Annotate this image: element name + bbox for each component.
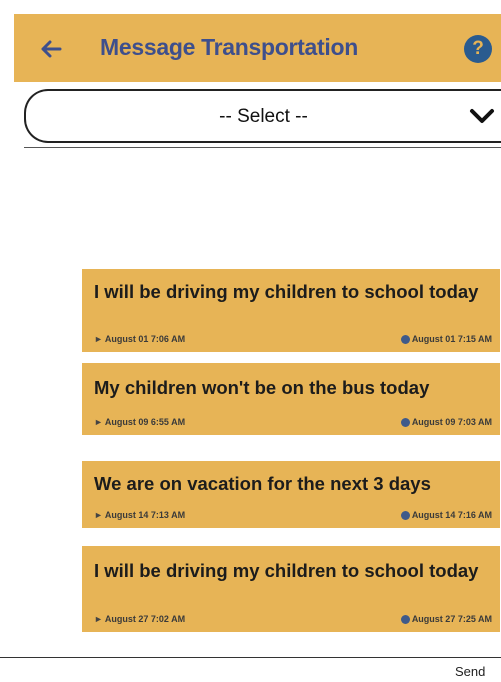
message-bubble[interactable]: I will be driving my children to school … xyxy=(82,269,500,352)
select-underline xyxy=(24,147,501,148)
read-timestamp: August 14 7:16 AM xyxy=(400,510,492,520)
read-time-text: August 27 7:25 AM xyxy=(411,614,492,624)
message-bubble[interactable]: My children won't be on the bus today ► … xyxy=(82,363,500,435)
transportation-select[interactable]: -- Select -- xyxy=(24,89,501,143)
read-time-text: August 09 7:03 AM xyxy=(411,417,492,427)
read-time-text: August 01 7:15 AM xyxy=(411,334,492,344)
sent-timestamp: ► August 01 7:06 AM xyxy=(94,334,185,344)
message-bubble[interactable]: We are on vacation for the next 3 days ►… xyxy=(82,461,500,528)
sent-timestamp: ► August 14 7:13 AM xyxy=(94,510,185,520)
sent-timestamp: ► August 27 7:02 AM xyxy=(94,614,185,624)
read-check-icon xyxy=(400,417,410,427)
send-arrow-icon: ► xyxy=(94,614,103,624)
message-text: We are on vacation for the next 3 days xyxy=(94,473,431,494)
back-arrow-icon[interactable] xyxy=(34,32,68,66)
message-meta: ► August 01 7:06 AM August 01 7:15 AM xyxy=(94,334,492,346)
read-timestamp: August 01 7:15 AM xyxy=(400,334,492,344)
read-check-icon xyxy=(400,334,410,344)
app-header: Message Transportation ? xyxy=(14,14,501,82)
sent-time-text: August 01 7:06 AM xyxy=(104,334,186,344)
help-glyph: ? xyxy=(472,38,484,59)
sent-time-text: August 14 7:13 AM xyxy=(104,510,186,520)
read-check-icon xyxy=(400,510,410,520)
read-timestamp: August 27 7:25 AM xyxy=(400,614,492,624)
chevron-down-icon xyxy=(469,105,495,132)
message-text: I will be driving my children to school … xyxy=(94,560,479,581)
send-arrow-icon: ► xyxy=(94,417,103,427)
read-time-text: August 14 7:16 AM xyxy=(411,510,492,520)
app-screen: Message Transportation ? -- Select -- I … xyxy=(0,0,501,682)
message-bubble[interactable]: I will be driving my children to school … xyxy=(82,546,500,632)
message-text: I will be driving my children to school … xyxy=(94,281,479,302)
message-text: My children won't be on the bus today xyxy=(94,377,430,398)
send-button[interactable]: Send xyxy=(455,664,485,679)
sent-time-text: August 09 6:55 AM xyxy=(104,417,186,427)
send-arrow-icon: ► xyxy=(94,510,103,520)
message-input[interactable] xyxy=(0,658,440,682)
sent-time-text: August 27 7:02 AM xyxy=(104,614,186,624)
read-check-icon xyxy=(400,614,410,624)
sent-timestamp: ► August 09 6:55 AM xyxy=(94,417,185,427)
page-title: Message Transportation xyxy=(100,34,358,60)
message-meta: ► August 27 7:02 AM August 27 7:25 AM xyxy=(94,614,492,626)
message-meta: ► August 14 7:13 AM August 14 7:16 AM xyxy=(94,510,492,522)
help-icon[interactable]: ? xyxy=(464,35,492,63)
message-meta: ► August 09 6:55 AM August 09 7:03 AM xyxy=(94,417,492,429)
select-value: -- Select -- xyxy=(219,106,308,127)
read-timestamp: August 09 7:03 AM xyxy=(400,417,492,427)
send-arrow-icon: ► xyxy=(94,334,103,344)
